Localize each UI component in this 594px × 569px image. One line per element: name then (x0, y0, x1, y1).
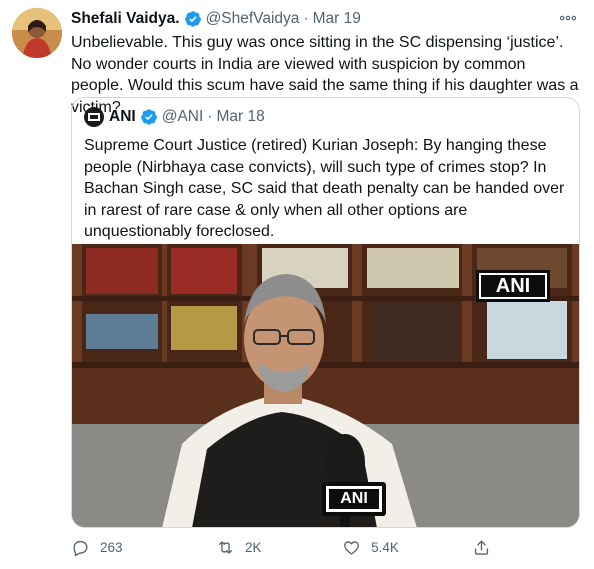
quoted-avatar (84, 107, 104, 127)
author-name[interactable]: Shefali Vaidya. (71, 10, 180, 28)
like-button[interactable]: 5.4K (342, 538, 472, 557)
retweet-button[interactable]: 2K (216, 538, 342, 557)
retweet-icon (218, 540, 233, 554)
reply-button[interactable]: 263 (71, 538, 216, 557)
quoted-text: Supreme Court Justice (retired) Kurian J… (84, 137, 565, 240)
action-bar: 263 2K 5.4K (71, 534, 501, 560)
quoted-tweet[interactable]: ANI @ANI · Mar 18 Supreme Court Justice … (71, 97, 580, 528)
verified-icon (140, 109, 157, 125)
quoted-author-handle[interactable]: @ANI (162, 108, 204, 126)
ani-logo-icon (88, 113, 100, 121)
more-icon[interactable] (558, 8, 578, 28)
share-button[interactable] (472, 538, 501, 557)
retweet-count: 2K (244, 539, 262, 555)
author-handle[interactable]: @ShefVaidya (206, 10, 300, 28)
quoted-media-image[interactable]: ANI ANI (72, 244, 579, 527)
ani-watermark: ANI (495, 275, 531, 297)
author-avatar[interactable] (12, 8, 62, 58)
reply-icon (73, 540, 88, 556)
tweet[interactable]: Shefali Vaidya. @ShefVaidya · Mar 19 Unb… (0, 0, 594, 569)
verified-icon (184, 11, 201, 27)
share-icon (474, 539, 489, 555)
like-count: 5.4K (371, 539, 399, 555)
mic-label: ANI (340, 490, 368, 507)
quoted-header: ANI @ANI · Mar 18 (84, 106, 265, 128)
reply-count: 263 (100, 539, 123, 555)
separator-dot: · (303, 10, 309, 27)
separator-dot: · (207, 108, 213, 125)
quoted-date[interactable]: Mar 18 (216, 108, 264, 126)
quoted-author-name[interactable]: ANI (109, 108, 136, 126)
tweet-header: Shefali Vaidya. @ShefVaidya · Mar 19 (71, 8, 584, 30)
tweet-date[interactable]: Mar 19 (313, 10, 361, 28)
like-icon (344, 540, 360, 555)
